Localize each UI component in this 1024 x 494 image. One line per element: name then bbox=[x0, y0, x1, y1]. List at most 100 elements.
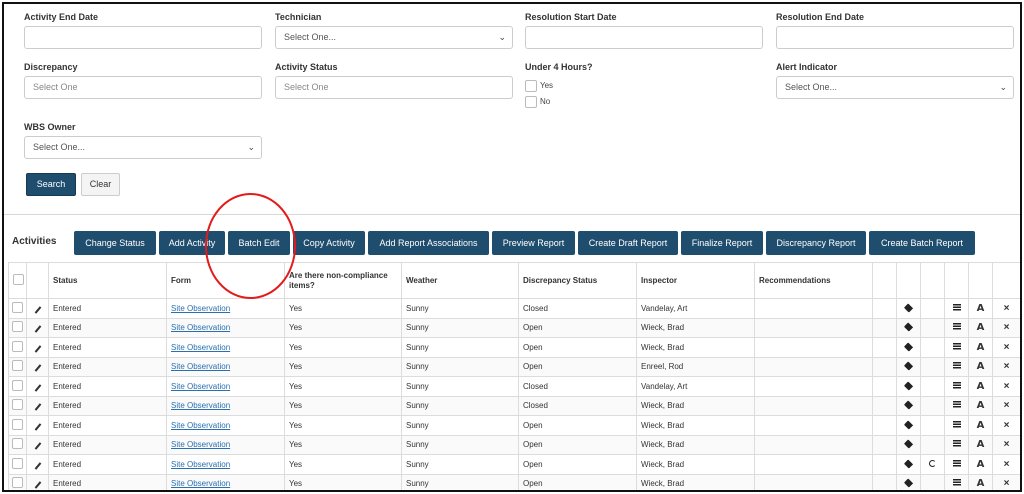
table-row[interactable]: Entered Site Observation Yes Sunny Open Wieck… bbox=[8, 473, 1020, 490]
select-all-checkbox[interactable] bbox=[13, 273, 24, 285]
pencil-icon[interactable] bbox=[34, 306, 41, 314]
calculator-icon[interactable] bbox=[952, 362, 961, 370]
create-draft-report-button[interactable]: Create Draft Report bbox=[578, 231, 678, 255]
preview-report-button[interactable]: Preview Report bbox=[492, 231, 575, 255]
recommendations-header[interactable]: Recommendations bbox=[754, 262, 873, 299]
clear-button[interactable]: Clear bbox=[81, 173, 120, 196]
pencil-icon[interactable] bbox=[34, 384, 41, 392]
font-icon[interactable]: A bbox=[977, 322, 985, 333]
table-row[interactable]: Entered Site Observation Yes Sunny Closed Van… bbox=[8, 298, 1020, 319]
row-checkbox[interactable] bbox=[12, 360, 23, 372]
row-checkbox[interactable] bbox=[12, 457, 23, 469]
table-row[interactable]: Entered Site Observation Yes Sunny Open Wieck… bbox=[8, 434, 1020, 455]
font-icon[interactable]: A bbox=[977, 361, 985, 372]
weather-header[interactable]: Weather bbox=[401, 262, 519, 299]
wbs-owner-select[interactable]: Select One... ⌄ bbox=[24, 136, 262, 159]
form-link[interactable]: Site Observation bbox=[171, 382, 230, 391]
table-row[interactable]: Entered Site Observation Yes Sunny Closed Van… bbox=[8, 376, 1020, 397]
row-checkbox[interactable] bbox=[12, 340, 23, 352]
pencil-icon[interactable] bbox=[34, 345, 41, 353]
close-icon[interactable]: × bbox=[1004, 439, 1010, 450]
font-icon[interactable]: A bbox=[977, 400, 985, 411]
resolution-start-date-input[interactable] bbox=[525, 26, 763, 49]
pencil-icon[interactable] bbox=[34, 442, 41, 450]
font-icon[interactable]: A bbox=[977, 381, 985, 392]
under-4-hours-no[interactable]: No bbox=[525, 96, 550, 109]
form-link[interactable]: Site Observation bbox=[171, 440, 230, 449]
pencil-icon[interactable] bbox=[34, 364, 41, 372]
table-row[interactable]: Entered Site Observation Yes Sunny Open Enree… bbox=[8, 356, 1020, 377]
tag-icon[interactable] bbox=[903, 303, 914, 313]
pencil-icon[interactable] bbox=[34, 403, 41, 411]
inspector-header[interactable]: Inspector bbox=[636, 262, 755, 299]
pencil-icon[interactable] bbox=[34, 462, 41, 470]
tag-icon[interactable] bbox=[903, 322, 914, 332]
close-icon[interactable]: × bbox=[1004, 342, 1010, 353]
form-link[interactable]: Site Observation bbox=[171, 421, 230, 430]
activity-end-date-input[interactable] bbox=[24, 26, 262, 49]
tag-icon[interactable] bbox=[903, 342, 914, 352]
table-row[interactable]: Entered Site Observation Yes Sunny Open Wieck… bbox=[8, 337, 1020, 358]
form-header[interactable]: Form bbox=[166, 262, 285, 299]
discrepancy-status-header[interactable]: Discrepancy Status bbox=[518, 262, 637, 299]
tag-icon[interactable] bbox=[903, 439, 914, 449]
calculator-icon[interactable] bbox=[952, 420, 961, 428]
calculator-icon[interactable] bbox=[952, 440, 961, 448]
change-status-button[interactable]: Change Status bbox=[74, 231, 156, 255]
calculator-icon[interactable] bbox=[952, 459, 961, 467]
close-icon[interactable]: × bbox=[1004, 361, 1010, 372]
calculator-icon[interactable] bbox=[952, 479, 961, 487]
close-icon[interactable]: × bbox=[1004, 420, 1010, 431]
copy-activity-button[interactable]: Copy Activity bbox=[293, 231, 365, 255]
row-checkbox[interactable] bbox=[12, 301, 23, 313]
table-row[interactable]: Entered Site Observation Yes Sunny Open Wieck… bbox=[8, 415, 1020, 436]
under-4-hours-yes[interactable]: Yes bbox=[525, 80, 553, 93]
discrepancy-report-button[interactable]: Discrepancy Report bbox=[766, 231, 866, 255]
form-link[interactable]: Site Observation bbox=[171, 479, 230, 488]
tag-icon[interactable] bbox=[903, 361, 914, 371]
font-icon[interactable]: A bbox=[977, 303, 985, 314]
row-checkbox[interactable] bbox=[12, 418, 23, 430]
resolution-end-date-input[interactable] bbox=[776, 26, 1014, 49]
tag-icon[interactable] bbox=[903, 381, 914, 391]
form-link[interactable]: Site Observation bbox=[171, 343, 230, 352]
noncompliance-header[interactable]: Are there non-compliance items? bbox=[284, 262, 402, 299]
form-link[interactable]: Site Observation bbox=[171, 401, 230, 410]
calculator-icon[interactable] bbox=[952, 303, 961, 311]
search-button[interactable]: Search bbox=[26, 173, 76, 196]
close-icon[interactable]: × bbox=[1004, 381, 1010, 392]
refresh-icon[interactable] bbox=[929, 459, 936, 467]
calculator-icon[interactable] bbox=[952, 323, 961, 331]
status-header[interactable]: Status bbox=[48, 262, 167, 299]
form-link[interactable]: Site Observation bbox=[171, 323, 230, 332]
font-icon[interactable]: A bbox=[977, 439, 985, 450]
form-link[interactable]: Site Observation bbox=[171, 304, 230, 313]
table-row[interactable]: Entered Site Observation Yes Sunny Closed Wie… bbox=[8, 395, 1020, 416]
close-icon[interactable]: × bbox=[1004, 303, 1010, 314]
add-report-associations-button[interactable]: Add Report Associations bbox=[368, 231, 489, 255]
close-icon[interactable]: × bbox=[1004, 478, 1010, 489]
calculator-icon[interactable] bbox=[952, 401, 961, 409]
calculator-icon[interactable] bbox=[952, 381, 961, 389]
row-checkbox[interactable] bbox=[12, 321, 23, 333]
row-checkbox[interactable] bbox=[12, 438, 23, 450]
tag-icon[interactable] bbox=[903, 400, 914, 410]
alert-indicator-select[interactable]: Select One... ⌄ bbox=[776, 76, 1014, 99]
pencil-icon[interactable] bbox=[34, 325, 41, 333]
activity-status-input[interactable]: Select One bbox=[275, 76, 513, 99]
form-link[interactable]: Site Observation bbox=[171, 460, 230, 469]
add-activity-button[interactable]: Add Activity bbox=[159, 231, 225, 255]
batch-edit-button[interactable]: Batch Edit bbox=[228, 231, 290, 255]
table-row[interactable]: Entered Site Observation Yes Sunny Open Wieck… bbox=[8, 454, 1020, 475]
close-icon[interactable]: × bbox=[1004, 322, 1010, 333]
tag-icon[interactable] bbox=[903, 459, 914, 469]
close-icon[interactable]: × bbox=[1004, 459, 1010, 470]
tag-icon[interactable] bbox=[903, 420, 914, 430]
discrepancy-input[interactable]: Select One bbox=[24, 76, 262, 99]
pencil-icon[interactable] bbox=[34, 481, 41, 489]
row-checkbox[interactable] bbox=[12, 379, 23, 391]
row-checkbox[interactable] bbox=[12, 477, 23, 489]
technician-select[interactable]: Select One... ⌄ bbox=[275, 26, 513, 49]
row-checkbox[interactable] bbox=[12, 399, 23, 411]
font-icon[interactable]: A bbox=[977, 459, 985, 470]
